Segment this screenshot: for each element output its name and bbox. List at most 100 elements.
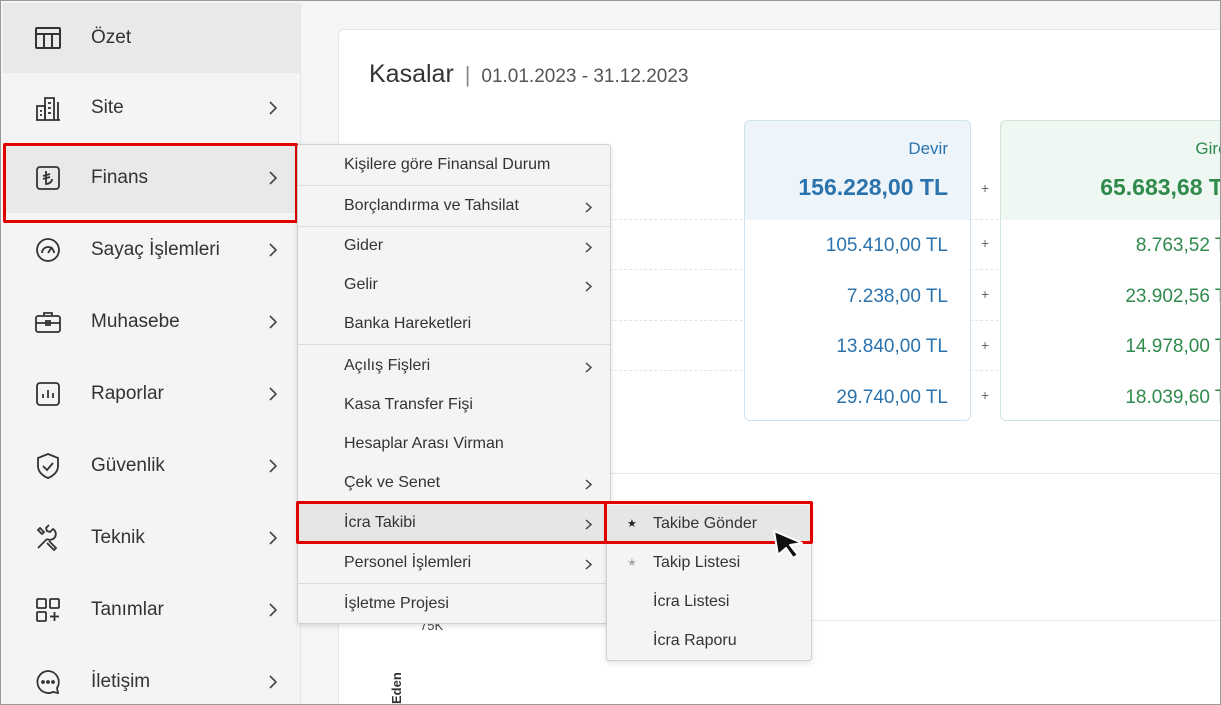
- mouse-cursor-icon: [773, 530, 803, 559]
- sidebar-item-teknik[interactable]: Teknik: [3, 503, 300, 573]
- menu-item-label: Borçlandırma ve Tahsilat: [344, 197, 519, 214]
- menu-item-acilis-fisleri[interactable]: Açılış Fişleri: [298, 347, 610, 386]
- lira-icon: [33, 163, 63, 193]
- chat-icon: [33, 667, 63, 697]
- sidebar-item-label: Özet: [91, 27, 132, 48]
- star-outline-icon: ★: [627, 557, 637, 569]
- menu-item-label: İşletme Projesi: [344, 595, 449, 612]
- sidebar-item-raporlar[interactable]: Raporlar: [3, 359, 300, 429]
- menu-item-label: Gelir: [344, 276, 378, 293]
- grid-plus-icon: [33, 595, 63, 625]
- plus-sign: +: [981, 235, 990, 251]
- giren-row-value: 18.039,60 TL: [1125, 387, 1220, 408]
- devir-row-value: 13.840,00 TL: [836, 336, 948, 357]
- devir-row-value: 105.410,00 TL: [825, 235, 948, 256]
- menu-item-gider[interactable]: Gider: [298, 227, 610, 266]
- chevron-right-icon: [585, 281, 593, 292]
- sidebar-item-label: Güvenlik: [91, 455, 165, 476]
- gauge-icon: [33, 235, 63, 265]
- menu-item-borclandirma[interactable]: Borçlandırma ve Tahsilat: [298, 187, 610, 226]
- chevron-right-icon: [269, 675, 278, 689]
- title-text: Kasalar: [369, 60, 454, 88]
- menu-item-label: Kişilere göre Finansal Durum: [344, 156, 551, 173]
- sidebar-item-iletisim[interactable]: İletişim: [3, 647, 300, 704]
- chevron-right-icon: [585, 479, 593, 490]
- sidebar-item-site[interactable]: Site: [3, 73, 300, 143]
- chevron-right-icon: [585, 202, 593, 213]
- app-window: Kasalar | 01.01.2023 - 31.12.2023 Devir …: [0, 0, 1221, 705]
- menu-item-personel[interactable]: Personel İşlemleri: [298, 544, 610, 583]
- sidebar-item-label: Finans: [91, 167, 149, 188]
- sidebar-item-label: Raporlar: [91, 383, 164, 404]
- tools-icon: [33, 523, 63, 553]
- giren-total: 65.683,68 TL: [1100, 174, 1220, 200]
- sidebar-item-label: Site: [91, 97, 124, 118]
- menu-item-label: Gider: [344, 237, 384, 254]
- menu-item-cek-senet[interactable]: Çek ve Senet: [298, 464, 610, 503]
- menu-item-gelir[interactable]: Gelir: [298, 266, 610, 305]
- date-range: 01.01.2023 - 31.12.2023: [481, 66, 689, 87]
- chevron-right-icon: [269, 171, 278, 185]
- giren-column: Giren 65.683,68 TL 8.763,52 TL 23.902,56…: [1000, 120, 1220, 421]
- chevron-right-icon: [269, 459, 278, 473]
- giren-row-value: 14.978,00 TL: [1125, 336, 1220, 357]
- devir-total: 156.228,00 TL: [798, 174, 948, 200]
- menu-item-isletme-projesi[interactable]: İşletme Projesi: [298, 585, 610, 624]
- sidebar-item-ozet[interactable]: Özet: [3, 3, 300, 73]
- menu-item-kasa-transfer[interactable]: Kasa Transfer Fişi: [298, 386, 610, 425]
- menu-item-label: Açılış Fişleri: [344, 357, 431, 374]
- sidebar-item-label: Sayaç İşlemleri: [91, 239, 220, 260]
- chevron-right-icon: [269, 387, 278, 401]
- sidebar-item-label: Tanımlar: [91, 599, 164, 620]
- menu-divider: [298, 583, 610, 584]
- menu-divider: [298, 344, 610, 345]
- shield-icon: [33, 451, 63, 481]
- sidebar-item-tanimlar[interactable]: Tanımlar: [3, 575, 300, 645]
- chart-y-label: Eden: [389, 672, 404, 704]
- devir-row-value: 7.238,00 TL: [846, 286, 948, 307]
- sidebar-item-guvenlik[interactable]: Güvenlik: [3, 431, 300, 501]
- chevron-right-icon: [269, 603, 278, 617]
- menu-item-icra-listesi[interactable]: İcra Listesi: [607, 583, 811, 622]
- menu-item-label: Çek ve Senet: [344, 474, 441, 491]
- chevron-right-icon: [585, 519, 593, 530]
- briefcase-icon: [33, 307, 63, 337]
- menu-item-label: Banka Hareketleri: [344, 315, 472, 332]
- menu-item-label: Hesaplar Arası Virman: [344, 435, 504, 452]
- menu-item-finansal-durum[interactable]: Kişilere göre Finansal Durum: [298, 146, 610, 185]
- menu-item-label: Kasa Transfer Fişi: [344, 396, 473, 413]
- page-title: Kasalar | 01.01.2023 - 31.12.2023: [369, 60, 688, 89]
- table-icon: [33, 23, 63, 53]
- sidebar-item-sayac[interactable]: Sayaç İşlemleri: [3, 215, 300, 285]
- menu-item-icra-raporu[interactable]: İcra Raporu: [607, 622, 811, 661]
- giren-row-value: 23.902,56 TL: [1125, 286, 1220, 307]
- menu-item-icra-takibi[interactable]: İcra Takibi: [298, 504, 610, 543]
- giren-row-value: 8.763,52 TL: [1135, 235, 1220, 256]
- finans-submenu: Kişilere göre Finansal Durum Borçlandırm…: [297, 144, 611, 624]
- sidebar-item-finans[interactable]: Finans: [3, 143, 300, 213]
- building-icon: [33, 93, 63, 123]
- menu-item-banka-hareketleri[interactable]: Banka Hareketleri: [298, 305, 610, 344]
- icra-submenu: ★ Takibe Gönder ★ Takip Listesi İcra Lis…: [606, 503, 812, 661]
- plus-sign: +: [981, 286, 990, 302]
- chevron-right-icon: [269, 315, 278, 329]
- devir-header: Devir: [908, 139, 948, 158]
- chevron-right-icon: [269, 101, 278, 115]
- menu-item-label: Personel İşlemleri: [344, 554, 472, 571]
- menu-item-virman[interactable]: Hesaplar Arası Virman: [298, 425, 610, 464]
- chevron-right-icon: [585, 362, 593, 373]
- chevron-right-icon: [585, 559, 593, 570]
- sidebar-item-label: Teknik: [91, 527, 145, 548]
- title-separator: |: [464, 62, 471, 87]
- chevron-right-icon: [269, 531, 278, 545]
- devir-column: Devir 156.228,00 TL 105.410,00 TL 7.238,…: [744, 120, 971, 421]
- giren-header: Giren: [1195, 139, 1220, 158]
- sidebar-item-muhasebe[interactable]: Muhasebe: [3, 287, 300, 357]
- chevron-right-icon: [269, 243, 278, 257]
- menu-item-label: Takip Listesi: [653, 554, 741, 571]
- menu-item-label: İcra Listesi: [653, 593, 730, 610]
- sidebar: Özet Site Finans Sayaç İşlemleri Muhaseb…: [3, 3, 301, 704]
- star-icon: ★: [627, 518, 637, 530]
- menu-item-label: Takibe Gönder: [653, 515, 758, 532]
- menu-item-label: İcra Raporu: [653, 632, 737, 649]
